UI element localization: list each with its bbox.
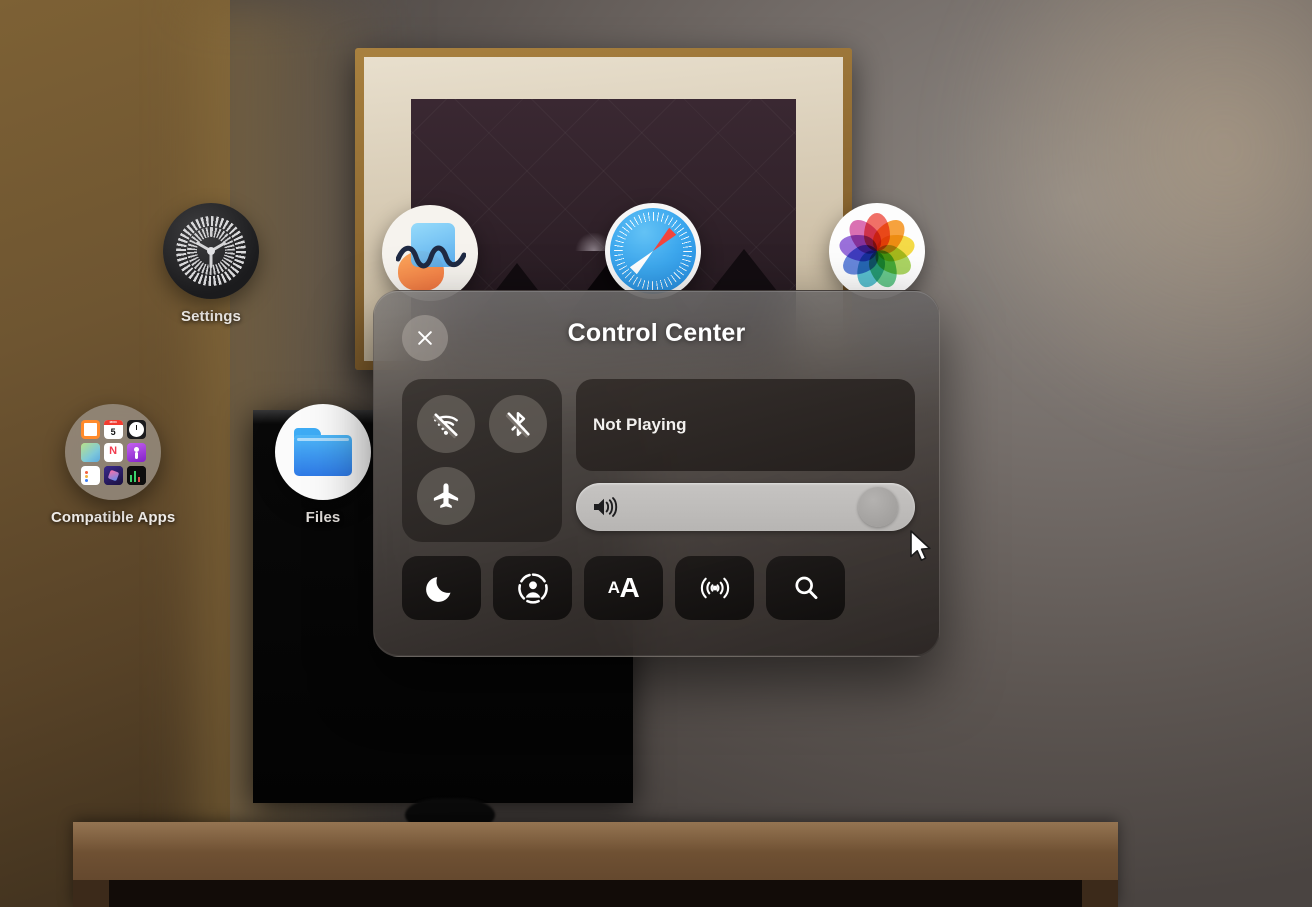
airplane-mode-toggle[interactable] [417,467,475,525]
volume-slider-knob[interactable] [858,487,899,527]
console-sheen [73,822,1118,852]
folder-stack-icon: MON 5 N [65,404,162,500]
app-icon-safari[interactable] [605,203,701,299]
bluetooth-slash-icon [505,412,530,438]
search-tile[interactable] [766,556,845,620]
wifi-toggle[interactable] [417,395,475,453]
moon-icon [425,577,450,602]
safari-compass-icon [605,203,701,299]
control-center-panel: Control Center Not Playing A A [373,290,940,657]
mini-app-calendar: MON 5 [103,419,123,439]
media-column: Not Playing [576,379,915,542]
airplay-broadcast-icon [700,577,729,599]
settings-gear-icon [163,203,259,299]
bluetooth-toggle[interactable] [489,395,547,453]
mini-app-stocks [126,465,146,485]
control-center-top-row: Not Playing [402,379,915,542]
app-icon-freeform[interactable] [382,205,478,301]
text-size-big-a: A [619,572,640,603]
speaker-waves-icon [594,497,618,517]
folder-mini-app-grid: MON 5 N [80,419,146,485]
wall-light-spill [930,0,1312,460]
connectivity-module [402,379,562,542]
control-center-body: Not Playing A A [402,379,915,620]
mini-app-maps [80,442,100,462]
mini-app-news: N [103,442,123,462]
control-center-header: Control Center [374,291,939,379]
wifi-slash-icon [432,413,458,439]
volume-slider[interactable] [576,483,915,531]
people-awareness-tile[interactable] [493,556,572,620]
photos-pinwheel-icon [829,203,925,299]
panel-title: Control Center [567,319,746,347]
mini-app-podcasts [126,442,146,462]
app-label-compatible-apps: Compatible Apps [51,509,176,526]
airplane-icon [433,483,459,508]
app-label-settings: Settings [181,308,241,325]
now-playing-status: Not Playing [593,415,687,434]
freeform-squiggle-icon [396,245,466,269]
text-size-small-a: A [607,578,620,597]
airplay-tile[interactable] [675,556,754,620]
app-icon-compatible-apps[interactable]: MON 5 N Compatible Apps [51,404,175,526]
focus-tile[interactable] [402,556,481,620]
now-playing-module[interactable]: Not Playing [576,379,915,471]
console-inner-shelf [109,880,1082,907]
app-icon-settings[interactable]: Settings [163,203,259,325]
app-icon-files[interactable]: Files [275,404,371,526]
files-folder-icon [275,404,371,500]
console-leg-right [1082,880,1118,907]
control-center-tile-row: A A [402,556,915,620]
mini-app-reminders [80,465,100,485]
mini-app-shortcuts [103,465,123,485]
console-leg-left [73,880,109,907]
app-label-files: Files [305,509,341,526]
text-size-tile[interactable]: A A [584,556,663,620]
mini-app-clock [126,419,146,439]
persona-circle-icon [517,573,548,604]
freeform-icon [382,205,478,301]
mini-app-books [80,419,100,439]
search-magnifier-icon [794,576,817,600]
app-icon-photos[interactable] [829,203,925,299]
